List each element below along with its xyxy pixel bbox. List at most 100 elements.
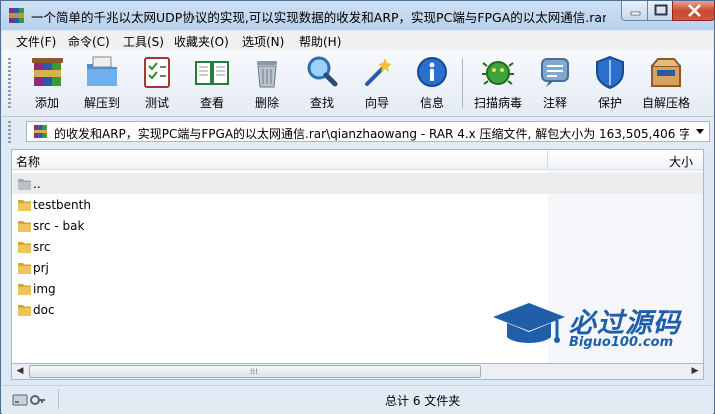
protect-label: 保护 <box>597 96 622 110</box>
sfx-box-icon <box>651 58 681 87</box>
list-item[interactable]: testbenth <box>12 194 548 215</box>
find-label: 查找 <box>309 96 334 110</box>
winrar-icon <box>9 8 24 23</box>
close-icon <box>688 4 701 17</box>
add-label: 添加 <box>34 96 59 110</box>
minimize-button[interactable] <box>621 1 648 21</box>
sfx-label: 自解压格 <box>641 96 690 110</box>
list-item[interactable]: img <box>12 278 548 299</box>
status-bar: 总计 6 文件夹 <box>2 385 713 414</box>
file-name: prj <box>33 261 49 275</box>
maximize-button[interactable] <box>647 1 673 21</box>
shield-icon <box>596 55 624 90</box>
minimize-icon <box>630 11 641 16</box>
file-name: doc <box>33 303 55 317</box>
parent-folder-icon <box>18 179 31 190</box>
file-name: src - bak <box>33 219 85 233</box>
list-item[interactable]: doc <box>12 299 548 320</box>
wizard-wand-icon <box>365 58 392 86</box>
menu-tools[interactable]: 工具(S) <box>123 33 164 50</box>
scroll-left-arrow-icon[interactable]: ◀ <box>12 364 28 379</box>
test-label: 测试 <box>144 96 169 110</box>
wizard-button[interactable]: 向导 <box>349 54 405 112</box>
column-size[interactable]: 大小 <box>669 153 693 170</box>
toolbar-grip[interactable] <box>8 58 11 108</box>
status-divider <box>58 389 59 409</box>
file-name: src <box>33 240 51 254</box>
rar-archive-icon <box>34 125 47 138</box>
folder-icon <box>18 263 31 274</box>
add-button[interactable]: 添加 <box>19 54 75 112</box>
info-button[interactable]: 信息 <box>404 54 460 112</box>
address-bar[interactable]: 的收发和ARP，实现PC端与FPGA的以太网通信.rar\qianzhaowan… <box>26 121 710 142</box>
chevron-down-icon[interactable] <box>695 126 705 136</box>
virus-scan-label: 扫描病毒 <box>473 96 522 110</box>
menu-bar: 文件(F) 命令(C) 工具(S) 收藏夹(O) 选项(N) 帮助(H) <box>2 31 713 50</box>
address-path: 的收发和ARP，实现PC端与FPGA的以太网通信.rar\qianzhaowan… <box>54 127 689 141</box>
drive-key-icon[interactable] <box>12 392 46 408</box>
extract-to-label: 解压到 <box>83 96 120 110</box>
menu-favorites[interactable]: 收藏夹(O) <box>174 33 229 50</box>
winrar-window: 一个简单的千兆以太网UDP协议的实现,可以实现数据的收发和ARP，实现PC端与F… <box>0 0 715 414</box>
folder-icon <box>18 284 31 295</box>
comment-label: 注释 <box>542 96 567 110</box>
close-button[interactable] <box>672 1 715 21</box>
watermark-en: Biguo100.com <box>569 335 674 350</box>
status-text: 总计 6 文件夹 <box>385 394 461 408</box>
watermark: 必过源码 Biguo100.com <box>491 299 691 359</box>
search-icon <box>307 56 338 87</box>
address-row: 的收发和ARP，实现PC端与FPGA的以太网通信.rar\qianzhaowan… <box>2 117 713 147</box>
folder-icon <box>18 242 31 253</box>
menu-options[interactable]: 选项(N) <box>242 33 284 50</box>
scroll-grip-icon: ⁞⁞⁞ <box>250 367 258 376</box>
info-icon <box>417 57 447 87</box>
sfx-button[interactable]: 自解压格 <box>638 54 694 112</box>
folder-icon <box>18 305 31 316</box>
file-name: img <box>33 282 56 296</box>
menu-file[interactable]: 文件(F) <box>16 33 56 50</box>
virus-scan-button[interactable]: 扫描病毒 <box>470 54 526 112</box>
view-book-icon <box>195 61 229 85</box>
trash-icon <box>257 61 277 88</box>
address-grip[interactable] <box>8 121 11 143</box>
view-button[interactable]: 查看 <box>184 54 240 112</box>
view-label: 查看 <box>199 96 224 110</box>
delete-button[interactable]: 删除 <box>239 54 295 112</box>
list-item[interactable]: src <box>12 236 548 257</box>
status-icons <box>12 392 46 411</box>
menu-commands[interactable]: 命令(C) <box>68 33 110 50</box>
protect-button[interactable]: 保护 <box>582 54 638 112</box>
menu-help[interactable]: 帮助(H) <box>299 33 341 50</box>
list-item[interactable]: prj <box>12 257 548 278</box>
scroll-right-arrow-icon[interactable]: ▶ <box>687 364 703 379</box>
horizontal-scrollbar[interactable]: ◀ ⁞⁞⁞ ▶ <box>11 363 704 380</box>
list-item[interactable]: src - bak <box>12 215 548 236</box>
test-button[interactable]: 测试 <box>129 54 185 112</box>
folder-icon <box>18 200 31 211</box>
comment-button[interactable]: 注释 <box>527 54 583 112</box>
file-name: testbenth <box>33 198 91 212</box>
comment-icon <box>541 58 569 87</box>
extract-to-button[interactable]: 解压到 <box>74 54 130 112</box>
wizard-label: 向导 <box>364 96 389 110</box>
column-header: 名称 大小 <box>12 150 703 170</box>
info-label: 信息 <box>419 96 444 110</box>
column-divider[interactable] <box>547 150 548 169</box>
file-name: .. <box>33 177 41 191</box>
toolbar-separator <box>462 58 463 108</box>
delete-label: 删除 <box>254 96 279 110</box>
add-archive-icon <box>32 58 63 86</box>
graduation-cap-icon <box>493 303 565 343</box>
virus-bug-icon <box>482 61 514 85</box>
list-item-parent[interactable]: .. <box>12 173 703 194</box>
test-checklist-icon <box>144 57 170 88</box>
scroll-thumb[interactable]: ⁞⁞⁞ <box>29 365 481 378</box>
toolbar: 添加 解压到 测试 查看 删除 查找 向导 信息 扫描病毒 注释 保护 自解压格 <box>2 50 713 117</box>
title-bar[interactable]: 一个简单的千兆以太网UDP协议的实现,可以实现数据的收发和ARP，实现PC端与F… <box>1 1 715 30</box>
folder-icon <box>18 221 31 232</box>
maximize-icon <box>654 4 668 16</box>
find-button[interactable]: 查找 <box>294 54 350 112</box>
column-name[interactable]: 名称 <box>16 153 40 170</box>
window-title: 一个简单的千兆以太网UDP协议的实现,可以实现数据的收发和ARP，实现PC端与F… <box>31 10 606 25</box>
extract-folder-icon <box>87 56 117 86</box>
